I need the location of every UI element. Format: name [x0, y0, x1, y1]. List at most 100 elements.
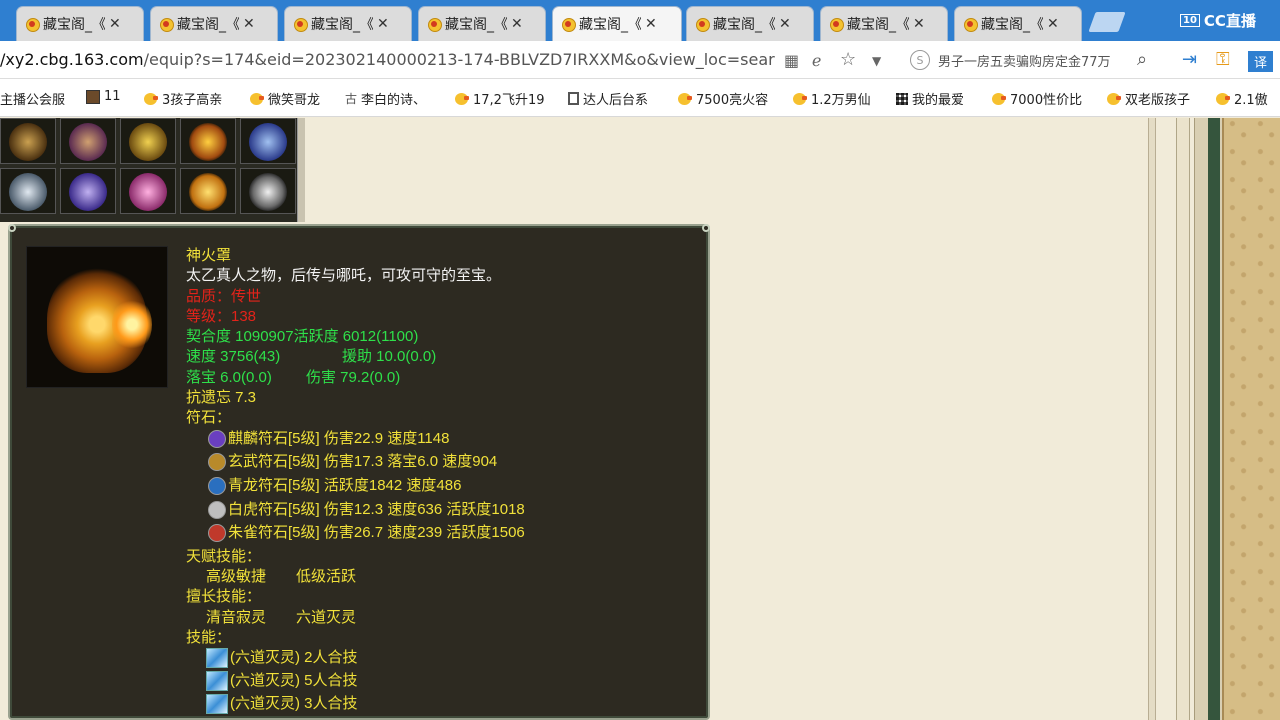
translate-icon[interactable]: 译 [1248, 51, 1274, 72]
bookmark-label: 我的最爱 [912, 93, 965, 108]
item-detail-tooltip: 神火罩 太乙真人之物，后传与哪吒，可攻可守的至宝。 品质：传世 等级：138 契… [8, 224, 710, 720]
tab-label: 藏宝阁_《 [177, 17, 239, 33]
equipment-slot[interactable] [240, 168, 296, 214]
bookmark-item[interactable]: 17,2飞升19 [455, 89, 545, 108]
bookmark-item[interactable]: 主播公会服 [0, 89, 65, 108]
bookmark-label: 微笑哥龙 [268, 93, 321, 108]
talent-skills: 高级敏捷 低级活跃 [206, 567, 356, 587]
runestone-item: 青龙符石[5级] 活跃度1842 速度486 [208, 476, 461, 496]
browser-tab-5-active[interactable]: 藏宝阁_《 ✕ [552, 6, 682, 41]
equipment-slot[interactable] [0, 168, 56, 214]
stat-row: 契合度 1090907活跃度 6012(1100) [186, 327, 418, 347]
skill-icon [206, 671, 228, 691]
bookmark-label: 7000性价比 [1010, 93, 1083, 108]
equipment-icon [129, 173, 167, 211]
bookmark-star-icon[interactable]: ☆ [840, 49, 856, 70]
bookmark-item[interactable]: 3孩子高亲 [144, 89, 222, 108]
browser-tab-8[interactable]: 藏宝阁_《 ✕ [954, 6, 1082, 41]
bookmark-item[interactable]: 古李白的诗、 [345, 89, 426, 108]
equipment-icon [189, 123, 227, 161]
browser-tab-6[interactable]: 藏宝阁_《 ✕ [686, 6, 814, 41]
bookmark-item[interactable]: 7000性价比 [992, 89, 1082, 108]
equipment-icon [9, 123, 47, 161]
search-suggestion-text: 男子一房五卖骗购房定金77万 [938, 54, 1111, 70]
bookmark-item[interactable]: 1.2万男仙 [793, 89, 871, 108]
stat-resist-forget: 抗遗忘 7.3 [186, 389, 257, 406]
skill-icon [206, 694, 228, 714]
key-icon[interactable]: ⚿ [1216, 49, 1230, 70]
cbg-favicon-icon [695, 17, 710, 32]
chick-icon [678, 92, 692, 106]
url-host: /xy2.cbg.163.com [0, 50, 144, 69]
bookmark-item[interactable]: 7500亮火容 [678, 89, 768, 108]
bookmark-item[interactable]: 我的最爱 [896, 89, 964, 108]
skill-icon [206, 648, 228, 668]
stat-speed: 速度 3756(43) [186, 348, 281, 365]
browser-tab-4[interactable]: 藏宝阁_《 ✕ [418, 6, 546, 41]
document-icon [568, 92, 579, 105]
equipment-slot[interactable] [180, 168, 236, 214]
skill-item: (六道灭灵) 5人合技 [206, 671, 358, 691]
xuanwu-rune-icon [208, 453, 226, 471]
bookmark-item[interactable]: 11 [86, 89, 121, 104]
chick-icon [793, 92, 807, 106]
tab-label: 藏宝阁_《 [713, 17, 775, 33]
cc-live-watermark: 10 CC直播 [1180, 2, 1280, 38]
close-icon[interactable]: ✕ [645, 16, 657, 32]
bookmark-item[interactable]: 微笑哥龙 [250, 89, 320, 108]
search-engine-icon: S [910, 50, 930, 70]
equipment-slot[interactable] [60, 118, 116, 164]
bookmark-item[interactable]: 双老版孩子 [1107, 89, 1190, 108]
bookmark-label: 主播公会服 [0, 93, 66, 108]
bookmark-label: 双老版孩子 [1125, 93, 1191, 108]
equipment-slot[interactable] [240, 118, 296, 164]
equipment-slot[interactable] [60, 168, 116, 214]
runestone-text: 青龙符石[5级] 活跃度1842 速度486 [228, 477, 462, 494]
browser-tab-7[interactable]: 藏宝阁_《 ✕ [820, 6, 948, 41]
equipment-slot[interactable] [120, 118, 176, 164]
browser-tab-3[interactable]: 藏宝阁_《 ✕ [284, 6, 412, 41]
stat-fit: 契合度 1090907 [186, 328, 294, 345]
close-icon[interactable]: ✕ [243, 16, 255, 32]
close-icon[interactable]: ✕ [779, 16, 791, 32]
compat-mode-icon[interactable]: ℯ [812, 51, 821, 70]
close-icon[interactable]: ✕ [913, 16, 925, 32]
close-icon[interactable]: ✕ [109, 16, 121, 32]
browser-tab-2[interactable]: 藏宝阁_《 ✕ [150, 6, 278, 41]
runestone-item: 玄武符石[5级] 伤害17.3 落宝6.0 速度904 [208, 452, 497, 472]
runestone-text: 玄武符石[5级] 伤害17.3 落宝6.0 速度904 [228, 453, 498, 470]
equipment-slot[interactable] [0, 118, 56, 164]
login-icon[interactable]: ⇥ [1182, 49, 1197, 70]
bookmark-item[interactable]: 达人后台系 [568, 89, 648, 108]
equipment-slot[interactable] [120, 168, 176, 214]
close-icon[interactable]: ✕ [377, 16, 389, 32]
zhuque-rune-icon [208, 524, 226, 542]
chick-icon [1107, 92, 1121, 106]
search-icon[interactable]: ⌕ [1137, 49, 1147, 70]
new-tab-button[interactable] [1088, 12, 1126, 32]
browser-tab-1[interactable]: 藏宝阁_《 ✕ [16, 6, 144, 41]
url-path: /equip?s=174&eid=202302140000213-174-BBL… [143, 50, 775, 69]
address-bar: /xy2.cbg.163.com/equip?s=174&eid=2023021… [0, 41, 1280, 79]
frame-strip [1208, 118, 1220, 720]
equipment-slot[interactable] [180, 118, 236, 164]
bookmark-item[interactable]: 2.1傲 [1216, 89, 1268, 108]
skill-text: (六道灭灵) 2人合技 [230, 649, 358, 666]
qr-code-icon[interactable]: ▦ [784, 51, 799, 70]
skill-text: (六道灭灵) 5人合技 [230, 672, 358, 689]
item-level: 等级：138 [186, 308, 257, 325]
equipment-icon [69, 123, 107, 161]
stat-loot: 落宝 6.0(0.0) [186, 369, 272, 386]
close-icon[interactable]: ✕ [1047, 16, 1059, 32]
url-field[interactable]: /xy2.cbg.163.com/equip?s=174&eid=2023021… [0, 50, 775, 69]
skill-label: 技能： [186, 629, 232, 646]
talent-skill-label: 天赋技能： [186, 548, 262, 565]
runestone-item: 白虎符石[5级] 伤害12.3 速度636 活跃度1018 [208, 500, 525, 520]
search-box[interactable]: S 男子一房五卖骗购房定金77万 [910, 47, 1160, 73]
bookmark-label: 3孩子高亲 [162, 93, 223, 108]
cbg-favicon-icon [159, 17, 174, 32]
frame-pattern [1222, 118, 1280, 720]
chick-icon [455, 92, 469, 106]
close-icon[interactable]: ✕ [511, 16, 523, 32]
chevron-down-icon[interactable]: ▼ [872, 54, 881, 68]
